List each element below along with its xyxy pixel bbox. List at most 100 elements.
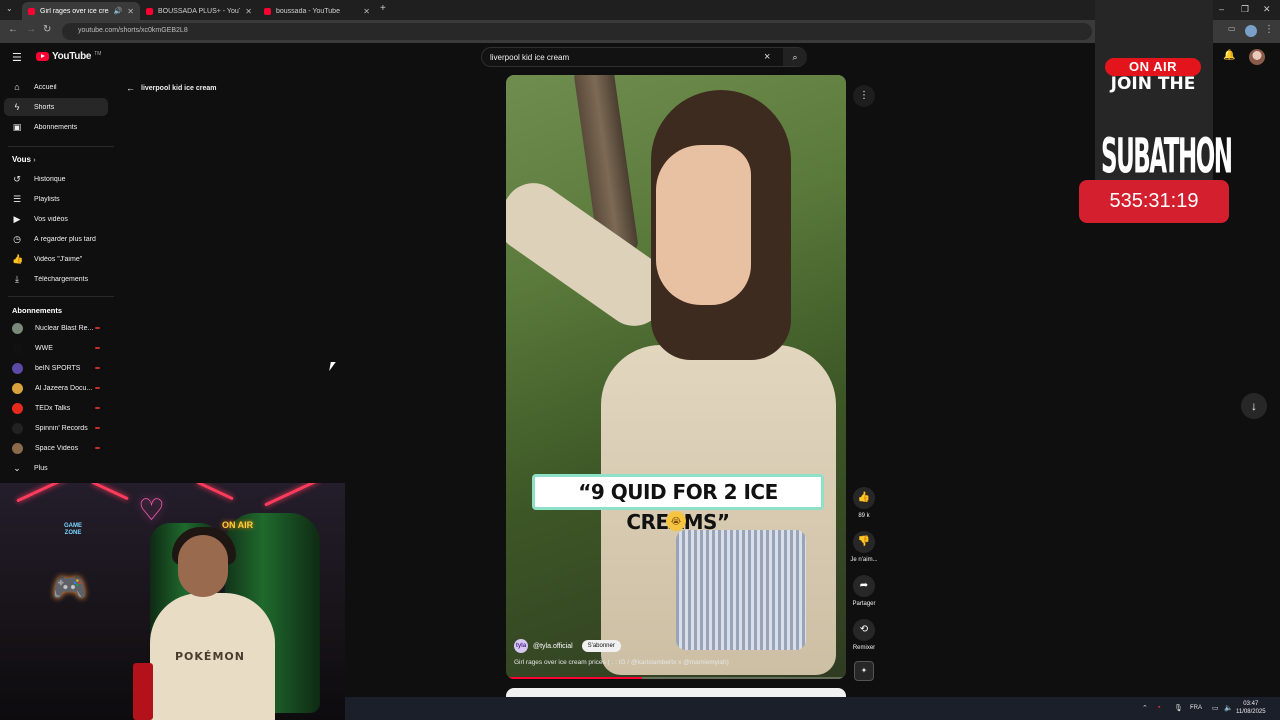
live-indicator-icon <box>95 427 100 429</box>
speaker-icon[interactable]: 🔊 <box>114 7 123 15</box>
tab-close-icon[interactable]: ✕ <box>363 7 370 16</box>
youtube-favicon-icon <box>28 7 35 15</box>
channel-name[interactable]: @tyla.official <box>533 643 573 650</box>
profile-avatar[interactable] <box>1245 25 1257 37</box>
sidebar-subscription-item[interactable]: WWE <box>4 339 108 357</box>
back-to-results[interactable]: ← liverpool kid ice cream <box>126 83 216 93</box>
reload-icon[interactable]: ↻ <box>43 24 51 35</box>
browser-tab-1[interactable]: Girl rages over ice cream p 🔊 ✕ <box>22 2 140 20</box>
youtube-favicon-icon <box>264 7 271 15</box>
video-caption: “9 QUID FOR 2 ICE CREAMS” <box>532 474 824 534</box>
short-video-player[interactable]: “9 QUID FOR 2 ICE CREAMS” 😭 tyla @tyla.o… <box>506 75 846 679</box>
sound-preview-icon[interactable]: ✦ <box>854 661 874 681</box>
hamburger-menu-icon[interactable]: ☰ <box>12 51 22 64</box>
history-icon: ↺ <box>13 173 21 184</box>
channel-avatar[interactable]: tyla <box>514 639 528 653</box>
sidebar-divider <box>8 146 114 147</box>
sidebar-item-playlists[interactable]: ☰ Playlists <box>4 190 108 208</box>
share-button[interactable]: ➦ Partager <box>848 575 880 607</box>
sidebar-item-label: Shorts <box>34 103 55 111</box>
clear-search-icon[interactable]: × <box>764 51 770 63</box>
volume-icon[interactable]: 🔈 <box>1224 704 1233 712</box>
shorts-icon: ϟ <box>14 102 20 112</box>
channel-avatar-icon <box>12 362 23 374</box>
sidebar-subscription-item[interactable]: Spinnin' Records <box>4 419 108 437</box>
dislike-button[interactable]: 👎 Je n'aim... <box>848 531 880 563</box>
more-options-icon[interactable]: ⋮ <box>853 85 875 107</box>
sidebar-divider <box>8 296 114 297</box>
search-input[interactable]: liverpool kid ice cream <box>490 53 569 62</box>
sidebar-subscription-item[interactable]: Al Jazeera Docu... <box>4 379 108 397</box>
tab-close-icon[interactable]: ✕ <box>127 7 134 16</box>
restore-icon[interactable]: ❐ <box>1241 4 1249 15</box>
notifications-bell-icon[interactable]: 🔔 <box>1223 50 1235 61</box>
close-window-icon[interactable]: ✕ <box>1263 4 1271 15</box>
sidebar-item-label: Abonnements <box>34 123 78 131</box>
short-description[interactable]: Girl rages over ice cream prices ( . : I… <box>514 659 729 666</box>
sidebar-item-watch-later[interactable]: ◷ À regarder plus tard <box>4 230 108 248</box>
sidebar-item-label: WWE <box>35 344 53 352</box>
like-button[interactable]: 👍 89 k <box>848 487 880 519</box>
sidebar-item-shorts[interactable]: ϟ Shorts <box>4 98 108 116</box>
video-face <box>656 145 751 305</box>
sidebar-item-abonnements[interactable]: ▣ Abonnements <box>4 118 108 136</box>
sidebar-subscription-item[interactable]: beIN SPORTS <box>4 359 108 377</box>
logo-tm: TM <box>94 51 102 57</box>
tray-app-icon[interactable]: ▪ <box>1158 704 1160 711</box>
channel-avatar-icon <box>12 382 23 394</box>
action-label: Partager <box>852 601 876 607</box>
home-icon: ⌂ <box>14 82 20 92</box>
search-button[interactable]: ⌕ <box>783 48 807 66</box>
microphone-icon[interactable]: 🎙 <box>1174 704 1183 712</box>
sidebar-item-downloads[interactable]: ⤓ Téléchargements <box>4 270 108 288</box>
action-label: Je n'aim... <box>850 557 878 563</box>
sidebar-more[interactable]: ⌄ Plus <box>4 459 108 477</box>
subscribe-button[interactable]: S'abonner <box>581 640 621 652</box>
channel-row: tyla @tyla.official S'abonner <box>514 639 621 653</box>
user-avatar[interactable] <box>1249 49 1265 65</box>
youtube-logo[interactable]: YouTube TM <box>36 51 101 62</box>
tray-chevron-icon[interactable]: ⌃ <box>1142 704 1148 712</box>
browser-menu-icon[interactable]: ⋮ <box>1264 24 1274 35</box>
forward-arrow-icon[interactable]: → <box>26 24 36 35</box>
search-box[interactable]: liverpool kid ice cream × ⌕ <box>481 47 807 67</box>
crying-emoji-icon: 😭 <box>666 511 686 531</box>
tab-close-icon[interactable]: ✕ <box>245 7 252 16</box>
sidebar-you-heading[interactable]: Vous › <box>12 155 36 164</box>
stream-overlay-panel: ON AIR JOIN THE SUBATHON <box>1095 0 1233 185</box>
tab-title: Girl rages over ice cream p <box>40 7 109 15</box>
network-icon[interactable]: ▭ <box>1212 704 1219 712</box>
neon-light <box>91 483 129 501</box>
progress-fill <box>506 677 642 679</box>
logo-text: YouTube <box>52 51 92 62</box>
sidebar-item-accueil[interactable]: ⌂ Accueil <box>4 78 108 96</box>
remix-button[interactable]: ⟲ Remixer <box>848 619 880 651</box>
video-shorts <box>676 530 806 650</box>
browser-tab-3[interactable]: boussada - YouTube ✕ <box>258 2 376 20</box>
sidebar-item-label: Spinnin' Records <box>35 424 88 432</box>
remix-icon: ⟲ <box>853 619 875 641</box>
sidebar-subscription-item[interactable]: Nuclear Blast Re... <box>4 319 108 337</box>
cast-icon[interactable]: ▭ <box>1228 24 1236 33</box>
back-arrow-icon[interactable]: ← <box>8 24 18 35</box>
sidebar-subscription-item[interactable]: Space Videos <box>4 439 108 457</box>
language-indicator[interactable]: FRA <box>1190 705 1202 711</box>
channel-avatar-icon <box>12 322 23 334</box>
sidebar-item-your-videos[interactable]: ▶ Vos vidéos <box>4 210 108 228</box>
your-videos-icon: ▶ <box>13 213 21 224</box>
video-progress-bar[interactable] <box>506 677 846 679</box>
live-indicator-icon <box>95 327 100 329</box>
sidebar-item-liked[interactable]: 👍 Vidéos "J'aime" <box>4 250 108 268</box>
sidebar-subscription-item[interactable]: TEDx Talks <box>4 399 108 417</box>
tab-search-icon[interactable]: ⌄ <box>6 4 13 13</box>
browser-tab-2[interactable]: BOUSSADA PLUS+ - YouTube ✕ <box>140 2 258 20</box>
next-short-arrow-icon[interactable]: ↓ <box>1241 393 1267 419</box>
url-field[interactable]: youtube.com/shorts/xc0kmGEB2L8 <box>62 23 1092 40</box>
taskbar-clock[interactable]: 03:47 11/08/2025 <box>1236 700 1266 716</box>
sidebar-item-history[interactable]: ↺ Historique <box>4 170 108 188</box>
sidebar-item-label: Vidéos "J'aime" <box>34 255 83 263</box>
channel-avatar-icon <box>12 442 23 454</box>
new-tab-button[interactable]: + <box>380 3 386 14</box>
minimize-icon[interactable]: – <box>1219 4 1224 14</box>
live-indicator-icon <box>95 367 100 369</box>
